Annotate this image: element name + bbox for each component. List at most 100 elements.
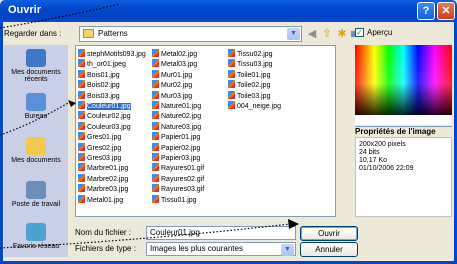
file-item[interactable]: Marbre01.jpg xyxy=(78,163,128,173)
filename-label: Nom du fichier : xyxy=(75,228,132,237)
image-file-icon xyxy=(78,49,85,57)
file-item[interactable]: Couleur02.jpg xyxy=(78,111,131,121)
lookin-combo[interactable]: Patterns ▼ xyxy=(79,26,302,42)
file-name: Tissu02.jpg xyxy=(237,51,273,58)
file-name: Toile02.jpg xyxy=(237,82,271,90)
place-my-computer[interactable]: Poste de travail xyxy=(4,181,68,208)
file-item[interactable]: Tissu02.jpg xyxy=(228,49,273,59)
image-file-icon xyxy=(78,163,85,172)
open-button[interactable]: Ouvrir xyxy=(300,226,358,241)
image-file-icon xyxy=(78,194,85,203)
file-item[interactable]: Toile03.jpg xyxy=(228,90,270,101)
file-item[interactable]: Rayures01.gif xyxy=(152,163,204,173)
file-item[interactable]: Metal01.jpg xyxy=(78,194,123,205)
file-item[interactable]: Bois01.jpg xyxy=(78,69,120,80)
prop-depth: 24 bits xyxy=(359,149,380,156)
file-item[interactable]: 004_neige.jpg xyxy=(228,101,281,111)
network-icon xyxy=(26,223,46,241)
file-name: Metal03.jpg xyxy=(161,61,198,69)
prop-size: 10,17 Ko xyxy=(359,157,388,164)
file-item[interactable]: Couleur01.jpg xyxy=(78,101,131,111)
image-file-icon xyxy=(78,121,85,130)
file-name: Nature01.jpg xyxy=(161,103,202,110)
title-bar[interactable]: Ouvrir ? ✕ xyxy=(0,0,457,22)
file-item[interactable]: Rayures02.gif xyxy=(152,173,204,184)
place-network[interactable]: Favoris réseau xyxy=(4,223,68,250)
places-bar: Mes documents récents Bureau Mes documen… xyxy=(4,45,68,257)
file-name: Tissu01.jpg xyxy=(161,196,197,204)
up-folder-icon[interactable]: ⇧ xyxy=(320,27,334,41)
image-file-icon xyxy=(228,59,235,68)
close-button[interactable]: ✕ xyxy=(437,2,455,20)
file-item[interactable]: Mur02.jpg xyxy=(152,80,192,90)
image-file-icon xyxy=(152,142,159,151)
file-name: Metal02.jpg xyxy=(161,51,198,58)
file-name: Tissu03.jpg xyxy=(237,61,273,69)
place-label: Poste de travail xyxy=(11,201,61,208)
file-item[interactable]: Tissu03.jpg xyxy=(228,59,273,69)
file-item[interactable]: Marbre03.jpg xyxy=(78,184,128,194)
file-item[interactable]: Papier01.jpg xyxy=(152,132,200,142)
image-file-icon xyxy=(78,132,85,141)
chevron-down-icon[interactable]: ▼ xyxy=(287,28,300,40)
file-name: Marbre02.jpg xyxy=(87,175,129,183)
recent-documents-icon xyxy=(26,49,46,67)
prop-dimensions: 200x200 pixels xyxy=(359,141,406,148)
help-button[interactable]: ? xyxy=(417,2,435,20)
file-name: Nature03.jpg xyxy=(161,123,202,131)
file-item[interactable]: Gres03.jpg xyxy=(78,153,121,163)
file-name: Couleur03.jpg xyxy=(87,123,131,131)
file-item[interactable]: Mur03.jpg xyxy=(152,90,192,101)
file-item[interactable]: Tissu01.jpg xyxy=(152,194,197,205)
file-item[interactable]: Metal03.jpg xyxy=(152,59,197,69)
file-item[interactable]: Toile01.jpg xyxy=(228,69,270,80)
place-recent[interactable]: Mes documents récents xyxy=(4,49,68,83)
file-name: stephMotifs093.jpg xyxy=(87,51,146,58)
file-item[interactable]: Papier03.jpg xyxy=(152,153,200,163)
file-item[interactable]: Papier02.jpg xyxy=(152,142,200,153)
image-file-icon xyxy=(152,59,159,68)
place-desktop[interactable]: Bureau xyxy=(4,93,68,120)
file-item[interactable]: Gres01.jpg xyxy=(78,132,121,142)
file-list[interactable]: stephMotifs093.jpg th_or01.jpeg Bois01.jpg… xyxy=(75,45,336,217)
file-item[interactable]: Gres02.jpg xyxy=(78,142,122,153)
file-name: Marbre03.jpg xyxy=(87,186,129,194)
file-item[interactable]: Nature01.jpg xyxy=(152,101,201,111)
chevron-down-icon[interactable]: ▼ xyxy=(281,244,294,256)
file-item[interactable]: Bois03.jpg xyxy=(78,90,120,101)
file-item[interactable]: Nature03.jpg xyxy=(152,121,202,132)
image-file-icon xyxy=(228,49,235,57)
filename-input[interactable]: Couleur01.jpg xyxy=(146,226,296,240)
file-item[interactable]: stephMotifs093.jpg xyxy=(78,49,146,59)
new-folder-icon[interactable]: ✱ xyxy=(335,27,349,41)
image-file-icon xyxy=(228,69,235,78)
file-item[interactable]: Couleur03.jpg xyxy=(78,121,131,132)
file-name: Mur02.jpg xyxy=(161,82,193,90)
preview-checkbox[interactable]: ✓ xyxy=(355,28,364,37)
image-file-icon xyxy=(152,153,159,161)
file-name: Marbre01.jpg xyxy=(87,165,129,173)
filetype-label: Fichiers de type : xyxy=(75,244,136,253)
file-item[interactable]: Marbre02.jpg xyxy=(78,173,129,184)
file-name: th_or01.jpeg xyxy=(87,61,126,69)
file-item[interactable]: th_or01.jpeg xyxy=(78,59,126,69)
properties-panel: 200x200 pixels 24 bits 10,17 Ko 01/10/20… xyxy=(355,137,452,217)
file-item[interactable]: Metal02.jpg xyxy=(152,49,197,59)
back-icon[interactable]: ◀ xyxy=(305,27,319,41)
file-item[interactable]: Bois02.jpg xyxy=(78,80,120,90)
file-item[interactable]: Toile02.jpg xyxy=(228,80,270,90)
window-title: Ouvrir xyxy=(8,4,42,16)
image-file-icon xyxy=(152,49,159,57)
file-item[interactable]: Rayures03.gif xyxy=(152,184,204,194)
file-name: Gres03.jpg xyxy=(87,155,122,162)
folder-icon xyxy=(83,29,94,38)
file-name: Couleur01.jpg xyxy=(87,103,131,110)
file-item[interactable]: Nature02.jpg xyxy=(152,111,201,121)
cancel-button[interactable]: Annuler xyxy=(300,242,358,257)
file-name: Gres02.jpg xyxy=(87,144,122,152)
file-item[interactable]: Mur01.jpg xyxy=(152,69,192,80)
my-computer-icon xyxy=(26,181,46,199)
image-file-icon xyxy=(78,111,85,120)
place-my-documents[interactable]: Mes documents xyxy=(4,137,68,164)
filetype-select[interactable]: Images les plus courantes ▼ xyxy=(146,242,296,256)
